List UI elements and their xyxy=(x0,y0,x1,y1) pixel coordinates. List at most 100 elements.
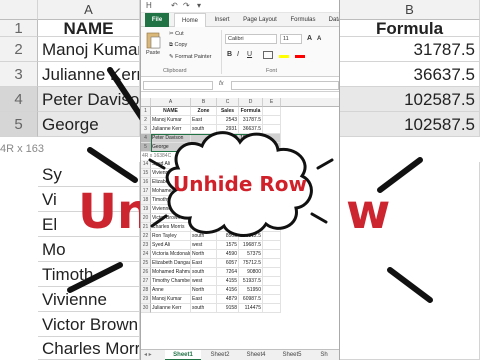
customize-toolbar-icon[interactable]: ▾ xyxy=(197,1,201,10)
cell-name[interactable]: Julianne Kerr xyxy=(151,304,191,313)
sheet-tab-sheet5[interactable]: Sheet5 xyxy=(275,350,309,360)
cell-e[interactable] xyxy=(263,116,281,125)
row-number[interactable]: 27 xyxy=(141,277,151,286)
row-number[interactable]: 1 xyxy=(141,107,151,116)
cell-name[interactable]: Vivienne Hard xyxy=(151,205,191,214)
font-color-button[interactable] xyxy=(295,55,305,58)
format-painter-button[interactable]: ✎ Format Painter xyxy=(169,54,212,60)
cell-name[interactable]: Syed Ali xyxy=(151,160,191,169)
cell-sales[interactable]: 7264 xyxy=(217,268,239,277)
cell-zone[interactable]: south xyxy=(191,214,217,223)
cell-sales[interactable]: 4879 xyxy=(217,295,239,304)
cell-zone[interactable]: west xyxy=(191,241,217,250)
cell-e[interactable] xyxy=(263,250,281,259)
cell-sales[interactable]: 7264 xyxy=(217,205,239,214)
scroll-sheets-icon[interactable]: ◂ ▸ xyxy=(144,351,152,358)
cell-sales[interactable] xyxy=(217,160,239,169)
cell-e[interactable] xyxy=(263,160,281,169)
cell-zone[interactable]: East xyxy=(191,295,217,304)
row-number[interactable]: 3 xyxy=(141,125,151,134)
cell-e[interactable] xyxy=(263,241,281,250)
cell-zone[interactable]: East xyxy=(191,116,217,125)
italic-button[interactable]: I xyxy=(237,51,239,58)
cell-sales[interactable]: 2931 xyxy=(217,125,239,134)
cell-zone[interactable] xyxy=(191,160,217,169)
column-header-e[interactable]: E xyxy=(263,98,281,107)
cell-formula[interactable]: 51937.5 xyxy=(239,277,263,286)
row-number[interactable]: 20 xyxy=(141,214,151,223)
cell-zone[interactable]: west xyxy=(191,223,217,232)
cell-sales[interactable]: Sales xyxy=(217,107,239,116)
tab-insert[interactable]: Insert xyxy=(209,13,235,27)
tab-page-layout[interactable]: Page Layout xyxy=(239,13,281,27)
cell-formula[interactable]: 51950 xyxy=(239,223,263,232)
cell-formula[interactable]: 51937.5 xyxy=(239,214,263,223)
bold-button[interactable]: B xyxy=(227,51,232,58)
cell-e[interactable] xyxy=(263,286,281,295)
cell-sales[interactable]: 4156 xyxy=(217,223,239,232)
cell-name[interactable]: Syed Ali xyxy=(151,241,191,250)
cell-formula[interactable]: Formula xyxy=(239,107,263,116)
cell-formula[interactable]: 36637.5 xyxy=(239,125,263,134)
cell-e[interactable] xyxy=(263,125,281,134)
cell-e[interactable] xyxy=(263,205,281,214)
cell-formula[interactable]: 90800 xyxy=(239,268,263,277)
column-header-b[interactable]: B xyxy=(191,98,217,107)
cell-zone[interactable]: south xyxy=(191,304,217,313)
cell-sales[interactable]: 6057 xyxy=(217,259,239,268)
cell-formula[interactable]: 57375 xyxy=(239,250,263,259)
cell-zone[interactable]: east xyxy=(191,205,217,214)
cell-sales[interactable] xyxy=(217,196,239,205)
cell-sales[interactable]: 9158 xyxy=(217,304,239,313)
cell-e[interactable] xyxy=(263,295,281,304)
sheet-tab-more[interactable]: Sh xyxy=(311,350,337,360)
cell-e[interactable] xyxy=(263,214,281,223)
row-number[interactable]: 24 xyxy=(141,250,151,259)
font-size-select[interactable]: 11 xyxy=(280,34,302,44)
cell-zone[interactable]: south xyxy=(191,125,217,134)
cell-e[interactable] xyxy=(263,134,281,143)
cell-zone[interactable]: North xyxy=(191,250,217,259)
cell-zone[interactable] xyxy=(191,196,217,205)
row-number[interactable]: 14 xyxy=(141,160,151,169)
cell-formula[interactable]: 74012.5 xyxy=(239,196,263,205)
cell-name[interactable]: Elizabeth Dangaard xyxy=(151,259,191,268)
font-name-select[interactable]: Calibri xyxy=(225,34,277,44)
row-number[interactable]: 4 xyxy=(141,134,151,143)
row-number[interactable]: 26 xyxy=(141,268,151,277)
cell-name[interactable]: Anne xyxy=(151,286,191,295)
tab-data[interactable]: Data xyxy=(325,13,339,27)
cell-formula[interactable]: 60987.5 xyxy=(239,295,263,304)
paste-button[interactable]: Paste xyxy=(146,50,160,56)
cell-name[interactable]: Victor Brown xyxy=(151,214,191,223)
cell-zone[interactable]: Zone xyxy=(191,107,217,116)
cell-name[interactable]: Ron Tayley xyxy=(151,232,191,241)
cell-sales[interactable]: 4590 xyxy=(217,250,239,259)
sheet-tab-sheet2[interactable]: Sheet2 xyxy=(203,350,237,360)
cell-formula[interactable]: 90800 xyxy=(239,205,263,214)
cell-e[interactable] xyxy=(263,268,281,277)
row-number[interactable]: 19 xyxy=(141,205,151,214)
cell-e[interactable] xyxy=(263,196,281,205)
cell-sales[interactable]: 4155 xyxy=(217,214,239,223)
cell-sales[interactable]: 2543 xyxy=(217,116,239,125)
cell-e[interactable] xyxy=(263,259,281,268)
row-number[interactable]: 18 xyxy=(141,196,151,205)
column-header-c[interactable]: C xyxy=(217,98,239,107)
select-all-corner[interactable] xyxy=(141,98,151,107)
cell-formula[interactable]: 114475 xyxy=(239,304,263,313)
cell-e[interactable] xyxy=(263,143,281,152)
cell-formula[interactable]: 51950 xyxy=(239,286,263,295)
paste-icon[interactable] xyxy=(145,31,161,49)
fx-icon[interactable]: fx xyxy=(219,81,224,87)
row-number[interactable]: 30 xyxy=(141,304,151,313)
cut-button[interactable]: ✂ Cut xyxy=(169,31,184,37)
formula-input[interactable] xyxy=(231,81,339,90)
cell-name[interactable]: Victoria Mcdonald xyxy=(151,250,191,259)
cell-e[interactable] xyxy=(263,232,281,241)
row-number[interactable]: 16 xyxy=(141,178,151,187)
row-number[interactable]: 25 xyxy=(141,259,151,268)
cell-e[interactable] xyxy=(263,107,281,116)
cell-name[interactable]: Charles Morris xyxy=(151,223,191,232)
row-number[interactable]: 17 xyxy=(141,187,151,196)
